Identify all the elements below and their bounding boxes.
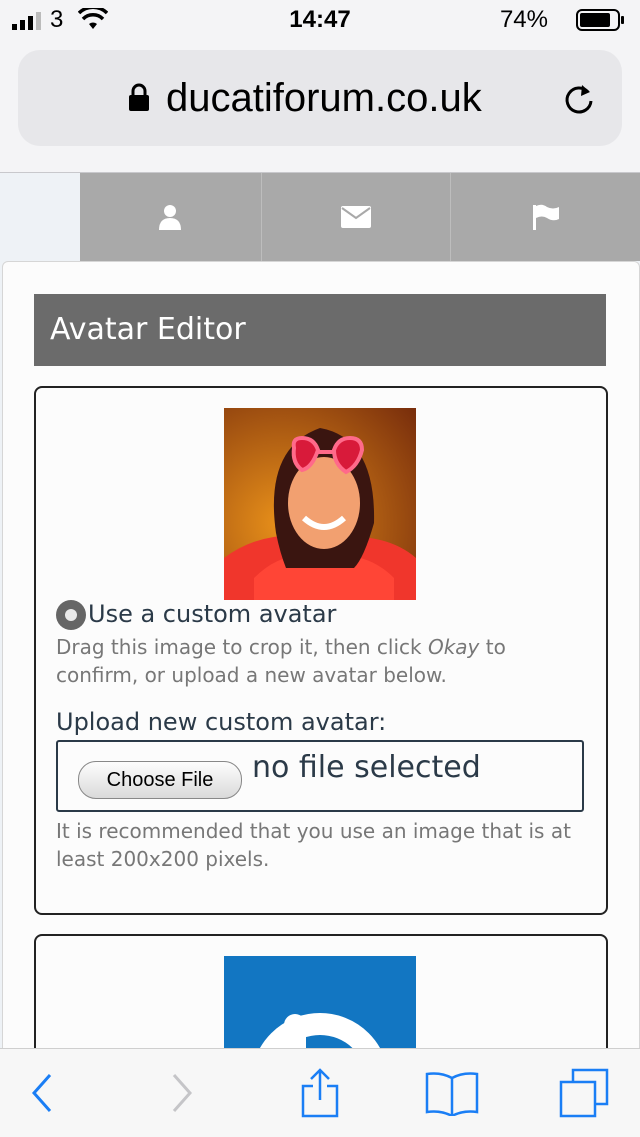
browser-toolbar: [0, 1048, 640, 1137]
tabs-button[interactable]: [544, 1049, 624, 1137]
custom-avatar-label: Use a custom avatar: [88, 600, 337, 628]
choose-file-button[interactable]: Choose File: [78, 761, 242, 799]
tabs-icon: [559, 1068, 609, 1118]
flag-icon: [532, 204, 559, 230]
default-avatar-image[interactable]: [224, 956, 416, 1048]
battery-percent: 74%: [499, 6, 548, 33]
reload-icon[interactable]: [562, 82, 596, 116]
forward-icon: [172, 1074, 193, 1112]
envelope-icon: [340, 206, 371, 228]
crop-help-text: Drag this image to crop it, then click O…: [56, 633, 586, 689]
user-icon: [159, 205, 181, 230]
lock-icon: [129, 83, 149, 111]
crop-help-prefix: Drag this image to crop it, then click: [56, 635, 428, 659]
custom-avatar-radio[interactable]: [56, 600, 86, 630]
forward-button[interactable]: [142, 1049, 222, 1137]
bookmarks-button[interactable]: [412, 1049, 492, 1137]
back-button[interactable]: [2, 1049, 82, 1137]
nav-account[interactable]: [80, 173, 260, 261]
okay-emphasis: Okay: [427, 635, 480, 659]
battery-icon: [576, 9, 624, 31]
avatar-photo[interactable]: [224, 408, 416, 600]
nav-alerts[interactable]: [451, 173, 640, 261]
bookmarks-icon: [425, 1072, 479, 1116]
share-icon: [301, 1068, 339, 1118]
page-title: Avatar Editor: [50, 312, 246, 347]
url-text[interactable]: ducatiforum.co.uk: [166, 76, 482, 121]
recommend-text: It is recommended that you use an image …: [56, 819, 571, 871]
share-button[interactable]: [280, 1049, 360, 1137]
upload-label: Upload new custom avatar:: [56, 708, 387, 736]
back-icon: [31, 1074, 52, 1112]
radio-dot: [65, 609, 77, 621]
nav-messages[interactable]: [262, 173, 449, 261]
gravatar-logo-icon: [260, 1013, 380, 1048]
no-file-text: no file selected: [252, 750, 481, 785]
avatar-editor-header: Avatar Editor: [34, 294, 606, 366]
web-page: Avatar Editor Use a custom avatar Drag t…: [0, 173, 640, 1048]
status-bar: 3 14:47 74%: [0, 0, 640, 40]
